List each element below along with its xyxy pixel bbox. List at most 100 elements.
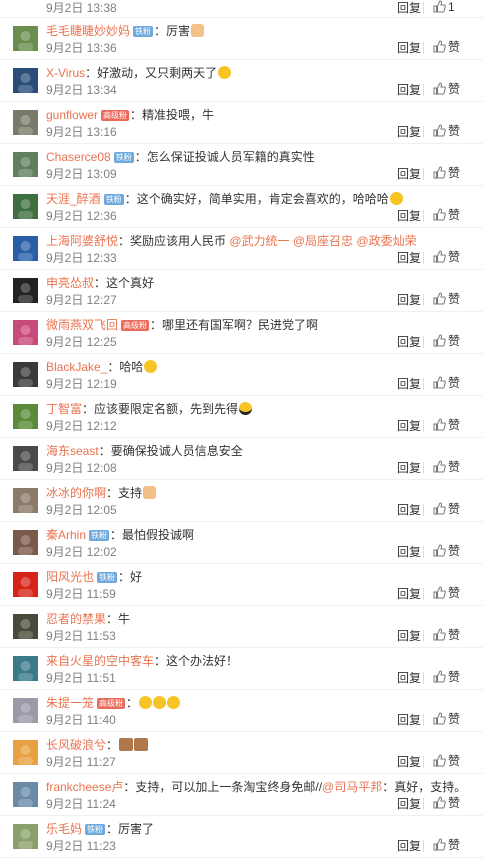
reply-button[interactable]: 回复 [397,461,421,475]
avatar[interactable] [13,488,38,513]
avatar[interactable] [13,68,38,93]
comment-text: ：最怕假投诚啊 [110,528,195,542]
like-button[interactable]: 赞 [433,544,460,558]
username-link[interactable]: 忍者的禁果 [46,612,106,626]
avatar[interactable] [13,740,38,765]
username-link[interactable]: frankcheese卢 [46,780,123,794]
avatar[interactable] [13,320,38,345]
reply-button[interactable]: 回复 [397,293,421,307]
reply-button[interactable]: 回复 [397,209,421,223]
avatar[interactable] [13,824,38,849]
comment-text: ：怎么保证投诚人员军籍的真实性 [134,150,315,164]
like-button[interactable]: 赞 [433,418,460,432]
like-button[interactable]: 赞 [433,796,460,810]
username-link[interactable]: 丁智富 [46,402,82,416]
avatar[interactable] [13,194,38,219]
username-link[interactable]: 乐毛妈 [46,822,82,836]
username-link[interactable]: 海东seast [46,444,99,458]
like-button[interactable]: 赞 [433,502,460,516]
like-button[interactable]: 赞 [433,628,460,642]
avatar[interactable] [13,278,38,303]
like-button[interactable]: 赞 [433,586,460,600]
username-link[interactable]: 来自火星的空中客车 [46,654,154,668]
comment-time: 9月2日 11:51 [46,671,116,685]
username-link[interactable]: BlackJake_ [46,360,107,374]
avatar[interactable] [13,782,38,807]
username-link[interactable]: 阳风光也 [46,570,94,584]
username-link[interactable]: 申亮怂叔 [46,276,94,290]
username-link[interactable]: Chaserce08 [46,150,111,164]
comment-line: 上海阿婆舒悦：奖励应该用人民币 @武力统一 @局座召忠 @政委灿荣 [46,233,417,249]
like-button[interactable]: 赞 [433,208,460,222]
avatar[interactable] [13,656,38,681]
reply-button[interactable]: 回复 [397,671,421,685]
username-link[interactable]: 上海阿婆舒悦 [46,234,118,248]
username-link[interactable]: 长风破浪兮 [46,738,106,752]
comment-item: 冰冰的你啊：支持 9月2日 12:05 回复 赞 [0,480,483,522]
action-divider [423,42,424,54]
username-link[interactable]: 天涯_醉酒 [46,192,101,206]
avatar[interactable] [13,572,38,597]
thumbs-up-icon [433,208,446,221]
avatar[interactable] [13,446,38,471]
like-button[interactable]: 赞 [433,166,460,180]
like-button[interactable]: 赞 [433,838,460,852]
reply-button[interactable]: 回复 [397,125,421,139]
reply-button[interactable]: 回复 [397,377,421,391]
like-button[interactable]: 赞 [433,712,460,726]
like-button[interactable]: 赞 [433,754,460,768]
reply-button[interactable]: 回复 [397,251,421,265]
reply-button[interactable]: 回复 [397,587,421,601]
username-link[interactable]: gunflower [46,108,98,122]
avatar[interactable] [13,236,38,261]
like-button[interactable]: 赞 [433,670,460,684]
like-button[interactable]: 1 [433,0,455,14]
mention-link[interactable]: @武力统一 @局座召忠 @政委灿荣 [229,234,416,248]
avatar[interactable] [13,362,38,387]
action-divider [423,756,424,768]
like-button[interactable]: 赞 [433,334,460,348]
username-link[interactable]: X-Virus [46,66,85,80]
reply-button[interactable]: 回复 [397,545,421,559]
avatar[interactable] [13,110,38,135]
reply-button[interactable]: 回复 [397,503,421,517]
like-button[interactable]: 赞 [433,250,460,264]
reply-button[interactable]: 回复 [397,797,421,811]
mention-link[interactable]: @司马平邦 [322,780,382,794]
like-button[interactable]: 赞 [433,82,460,96]
reply-button[interactable]: 回复 [397,839,421,853]
like-button[interactable]: 赞 [433,292,460,306]
reply-button[interactable]: 回复 [397,167,421,181]
username-link[interactable]: 秦Arhin [46,528,86,542]
avatar[interactable] [13,152,38,177]
username-link[interactable]: 毛毛睫睫妙妙妈 [46,24,130,38]
comment-line: frankcheese卢：支持，可以加上一条淘宝终身免邮//@司马平邦：真好，支… [46,779,466,795]
emoji-face-icon [139,696,153,709]
comment-line: 长风破浪兮： [46,737,149,753]
reply-button[interactable]: 回复 [397,83,421,97]
avatar[interactable] [13,530,38,555]
username-link[interactable]: 冰冰的你啊 [46,486,106,500]
like-button[interactable]: 赞 [433,460,460,474]
like-button[interactable]: 赞 [433,124,460,138]
like-button[interactable]: 赞 [433,376,460,390]
action-divider [423,840,424,852]
comment-line: 秦Arhin 铁粉 ：最怕假投诚啊 [46,527,194,543]
comment-item: 微雨燕双飞回 高级粉 ：哪里还有国军啊？民进党了啊 9月2日 12:25 回复 赞 [0,312,483,354]
reply-button[interactable]: 回复 [397,755,421,769]
reply-button[interactable]: 回复 [397,335,421,349]
reply-button[interactable]: 回复 [397,419,421,433]
avatar[interactable] [13,614,38,639]
reply-button[interactable]: 回复 [397,1,421,15]
username-link[interactable]: 朱提一笼 [46,696,94,710]
comment-line: 海东seast：要确保投诚人员信息安全 [46,443,243,459]
reply-button[interactable]: 回复 [397,41,421,55]
avatar[interactable] [13,26,38,51]
reply-button[interactable]: 回复 [397,629,421,643]
avatar[interactable] [13,404,38,429]
username-link[interactable]: 微雨燕双飞回 [46,318,118,332]
reply-button[interactable]: 回复 [397,713,421,727]
comment-text: ：好 [118,570,143,584]
like-button[interactable]: 赞 [433,40,460,54]
avatar[interactable] [13,698,38,723]
